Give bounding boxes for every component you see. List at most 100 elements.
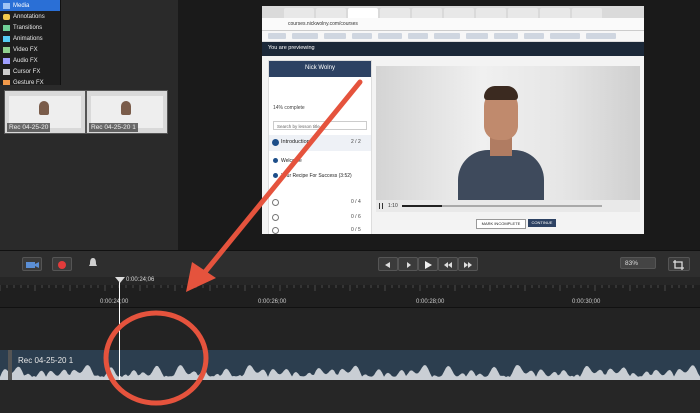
ruler-label: 0:00:30;00 <box>572 299 601 305</box>
browser-tab <box>348 8 378 18</box>
section-count: 0 / 4 <box>351 199 361 205</box>
bookmark <box>324 33 346 39</box>
frame-back-icon <box>407 262 411 268</box>
rewind-icon <box>444 262 452 268</box>
record-button[interactable] <box>52 257 72 271</box>
animations-icon <box>3 35 10 42</box>
section-count: 0 / 6 <box>351 214 361 220</box>
browser-tab <box>476 8 506 18</box>
bookmark <box>434 33 460 39</box>
crop-icon <box>673 260 684 270</box>
playhead-handle[interactable] <box>115 277 125 283</box>
tool-video-fx[interactable]: Video FX <box>0 44 60 55</box>
bookmark <box>352 33 372 39</box>
check-icon <box>273 173 278 178</box>
pause-icon[interactable] <box>379 203 383 209</box>
lesson-item[interactable]: Your Recipe For Success (3:52) <box>281 173 352 179</box>
section-title: Introduction <box>281 139 310 145</box>
bookmark <box>268 33 286 39</box>
tool-label: Transitions <box>13 24 43 31</box>
continue-button[interactable]: CONTINUE <box>528 219 556 227</box>
recorded-browser-window[interactable]: courses.nickwolny.com/courses You are pr… <box>262 6 644 234</box>
screen-recording-editor: Media Annotations Transitions Animations… <box>0 0 700 413</box>
section-count: 2 / 2 <box>351 139 361 145</box>
ruler-ticks <box>0 285 694 291</box>
browser-tab-bar <box>262 6 644 18</box>
annotations-icon <box>3 13 10 20</box>
tool-transitions[interactable]: Transitions <box>0 22 60 33</box>
step-back-button[interactable] <box>378 257 398 271</box>
playhead[interactable] <box>119 277 120 380</box>
play-button[interactable] <box>418 257 438 271</box>
video-progress-bar[interactable] <box>402 205 602 207</box>
incomplete-circle-icon <box>272 227 279 234</box>
course-progress: 14% complete <box>273 105 305 111</box>
audio-fx-icon <box>3 57 10 64</box>
fast-forward-icon <box>464 262 472 268</box>
tool-annotations[interactable]: Annotations <box>0 11 60 22</box>
timeline: 0:00:24;00 0:00:26;00 0:00:28;00 0:00:30… <box>0 277 700 413</box>
media-icon <box>3 2 10 9</box>
clip-preview-person <box>121 101 131 115</box>
waveform-shape <box>0 365 700 380</box>
zoom-value: 83% <box>625 260 639 267</box>
video-controls: 1:10 <box>376 200 640 212</box>
video-player[interactable]: 1:10 <box>376 66 640 212</box>
browser-url: courses.nickwolny.com/courses <box>288 21 358 27</box>
step-back-icon <box>385 262 390 268</box>
lesson-item[interactable]: Welcome <box>281 158 302 164</box>
tool-audio-fx[interactable]: Audio FX <box>0 55 60 66</box>
browser-tab <box>540 8 570 18</box>
browser-tab <box>444 8 474 18</box>
cursor-fx-icon <box>3 68 10 75</box>
tool-cursor-fx[interactable]: Cursor FX <box>0 66 60 77</box>
ruler-label: 0:00:28;00 <box>416 299 445 305</box>
tool-media[interactable]: Media <box>0 0 60 11</box>
check-icon <box>272 139 279 146</box>
tool-label: Annotations <box>13 13 45 20</box>
bell-icon[interactable] <box>86 256 100 270</box>
bookmark <box>466 33 488 39</box>
video-time: 1:10 <box>388 203 398 209</box>
media-clip-thumbnail[interactable]: Rec 04-25-20 1 <box>86 90 168 134</box>
bookmark <box>524 33 544 39</box>
video-fx-icon <box>3 46 10 53</box>
video-progress-fill <box>402 205 442 207</box>
bookmark <box>494 33 518 39</box>
zoom-dropdown[interactable]: 83% <box>620 257 656 269</box>
section-introduction[interactable]: Introduction 2 / 2 <box>269 135 371 151</box>
bookmark <box>378 33 402 39</box>
bookmark <box>408 33 428 39</box>
browser-tab <box>508 8 538 18</box>
tool-label: Audio FX <box>13 57 38 64</box>
fast-forward-button[interactable] <box>458 257 478 271</box>
audio-video-clip-track[interactable]: Rec 04-25-20 1 <box>0 350 700 380</box>
bookmark <box>586 33 616 39</box>
playback-toolbar: 83% <box>0 250 700 277</box>
presenter-hair <box>484 86 518 100</box>
frame-back-button[interactable] <box>398 257 418 271</box>
ruler-label: 0:00:26;00 <box>258 299 287 305</box>
transitions-icon <box>3 24 10 31</box>
track-handle[interactable] <box>8 350 12 380</box>
rewind-button[interactable] <box>438 257 458 271</box>
clip-preview-person <box>39 101 49 115</box>
preview-notice-bar: You are previewing <box>262 42 644 56</box>
presenter-body <box>458 150 544 200</box>
empty-track[interactable] <box>0 308 700 350</box>
camera-record-button[interactable] <box>22 257 42 271</box>
bookmark <box>292 33 318 39</box>
preview-notice-text: You are previewing <box>268 45 315 51</box>
tool-label: Video FX <box>13 46 38 53</box>
timeline-ruler[interactable]: 0:00:24;00 0:00:26;00 0:00:28;00 0:00:30… <box>0 285 700 308</box>
course-header: Nick Wolny <box>269 61 371 77</box>
media-clip-thumbnail[interactable]: Rec 04-25-20 <box>4 90 86 134</box>
browser-tab <box>316 8 346 18</box>
mark-incomplete-button[interactable]: MARK INCOMPLETE <box>476 219 526 229</box>
tool-animations[interactable]: Animations <box>0 33 60 44</box>
course-author: Nick Wolny <box>305 65 335 71</box>
audio-waveform <box>0 365 700 380</box>
lesson-search-input[interactable]: Search by lesson title <box>273 121 367 130</box>
crop-button[interactable] <box>668 257 690 271</box>
browser-tab <box>412 8 442 18</box>
